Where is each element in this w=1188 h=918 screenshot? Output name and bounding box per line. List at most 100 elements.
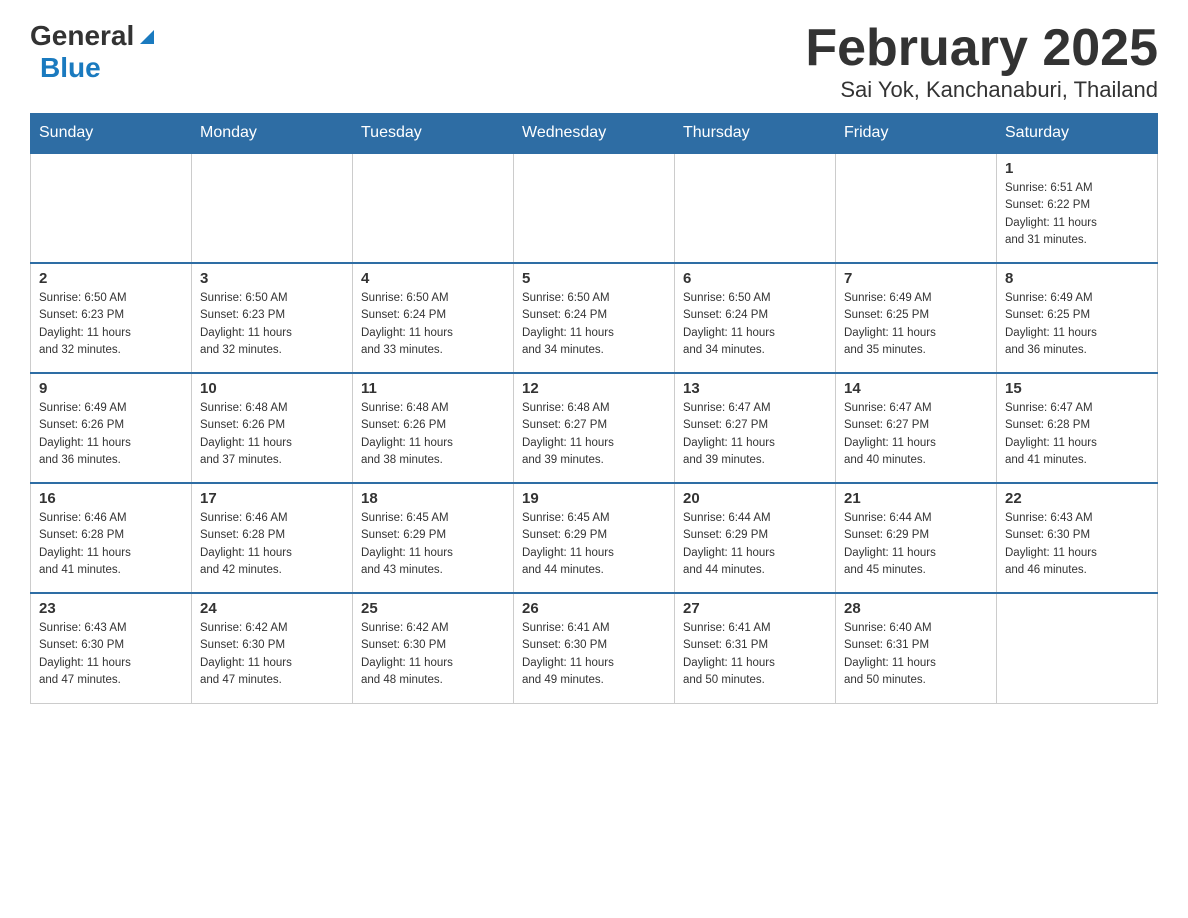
day-info: Sunrise: 6:50 AMSunset: 6:23 PMDaylight:… [200,290,344,359]
calendar-cell: 2 Sunrise: 6:50 AMSunset: 6:23 PMDaylight… [31,263,192,373]
calendar-subtitle: Sai Yok, Kanchanaburi, Thailand [805,77,1158,103]
day-number: 21 [844,490,988,507]
day-info: Sunrise: 6:43 AMSunset: 6:30 PMDaylight:… [39,620,183,689]
calendar-cell: 11 Sunrise: 6:48 AMSunset: 6:26 PMDayligh… [353,373,514,483]
day-info: Sunrise: 6:50 AMSunset: 6:24 PMDaylight:… [361,290,505,359]
day-number: 17 [200,490,344,507]
calendar-table: SundayMondayTuesdayWednesdayThursdayFrid… [30,113,1158,704]
day-number: 27 [683,600,827,617]
calendar-cell: 20 Sunrise: 6:44 AMSunset: 6:29 PMDayligh… [675,483,836,593]
day-number: 25 [361,600,505,617]
day-number: 1 [1005,160,1149,177]
day-info: Sunrise: 6:50 AMSunset: 6:24 PMDaylight:… [683,290,827,359]
weekday-header-tuesday: Tuesday [353,114,514,154]
calendar-cell: 15 Sunrise: 6:47 AMSunset: 6:28 PMDayligh… [997,373,1158,483]
day-number: 28 [844,600,988,617]
calendar-cell: 27 Sunrise: 6:41 AMSunset: 6:31 PMDayligh… [675,593,836,703]
day-number: 23 [39,600,183,617]
logo-general-text: General [30,20,134,52]
calendar-cell [675,153,836,263]
weekday-header-saturday: Saturday [997,114,1158,154]
calendar-cell: 14Sunrise: 6:47 AMSunset: 6:27 PMDayligh… [836,373,997,483]
day-info: Sunrise: 6:45 AMSunset: 6:29 PMDaylight:… [522,510,666,579]
day-number: 16 [39,490,183,507]
calendar-cell: 1 Sunrise: 6:51 AMSunset: 6:22 PMDaylight… [997,153,1158,263]
day-info: Sunrise: 6:47 AMSunset: 6:27 PMDaylight:… [844,400,988,469]
calendar-cell: 6 Sunrise: 6:50 AMSunset: 6:24 PMDaylight… [675,263,836,373]
calendar-cell [31,153,192,263]
day-info: Sunrise: 6:42 AMSunset: 6:30 PMDaylight:… [200,620,344,689]
day-info: Sunrise: 6:48 AMSunset: 6:26 PMDaylight:… [200,400,344,469]
calendar-cell: 19 Sunrise: 6:45 AMSunset: 6:29 PMDayligh… [514,483,675,593]
day-number: 11 [361,380,505,397]
day-number: 26 [522,600,666,617]
day-number: 18 [361,490,505,507]
calendar-title: February 2025 [805,20,1158,77]
logo: General Blue [30,20,158,84]
day-info: Sunrise: 6:49 AMSunset: 6:26 PMDaylight:… [39,400,183,469]
calendar-week-3: 9 Sunrise: 6:49 AMSunset: 6:26 PMDaylight… [31,373,1158,483]
day-info: Sunrise: 6:47 AMSunset: 6:27 PMDaylight:… [683,400,827,469]
page-header: General Blue February 2025 Sai Yok, Kanc… [30,20,1158,103]
calendar-header-row: SundayMondayTuesdayWednesdayThursdayFrid… [31,114,1158,154]
calendar-title-block: February 2025 Sai Yok, Kanchanaburi, Tha… [805,20,1158,103]
calendar-cell: 28 Sunrise: 6:40 AMSunset: 6:31 PMDayligh… [836,593,997,703]
calendar-cell: 16 Sunrise: 6:46 AMSunset: 6:28 PMDayligh… [31,483,192,593]
weekday-header-monday: Monday [192,114,353,154]
calendar-cell: 12 Sunrise: 6:48 AMSunset: 6:27 PMDayligh… [514,373,675,483]
day-number: 24 [200,600,344,617]
day-info: Sunrise: 6:41 AMSunset: 6:30 PMDaylight:… [522,620,666,689]
calendar-cell: 10Sunrise: 6:48 AMSunset: 6:26 PMDayligh… [192,373,353,483]
day-number: 15 [1005,380,1149,397]
day-info: Sunrise: 6:44 AMSunset: 6:29 PMDaylight:… [683,510,827,579]
day-number: 9 [39,380,183,397]
calendar-week-2: 2 Sunrise: 6:50 AMSunset: 6:23 PMDaylight… [31,263,1158,373]
day-info: Sunrise: 6:41 AMSunset: 6:31 PMDaylight:… [683,620,827,689]
calendar-cell: 5 Sunrise: 6:50 AMSunset: 6:24 PMDaylight… [514,263,675,373]
calendar-cell [997,593,1158,703]
logo-blue-text: Blue [40,52,101,84]
calendar-cell: 21 Sunrise: 6:44 AMSunset: 6:29 PMDayligh… [836,483,997,593]
weekday-header-friday: Friday [836,114,997,154]
logo-triangle-icon [136,26,158,48]
weekday-header-thursday: Thursday [675,114,836,154]
calendar-cell: 9 Sunrise: 6:49 AMSunset: 6:26 PMDaylight… [31,373,192,483]
day-info: Sunrise: 6:47 AMSunset: 6:28 PMDaylight:… [1005,400,1149,469]
day-info: Sunrise: 6:45 AMSunset: 6:29 PMDaylight:… [361,510,505,579]
day-info: Sunrise: 6:51 AMSunset: 6:22 PMDaylight:… [1005,180,1149,249]
calendar-cell [353,153,514,263]
calendar-cell [514,153,675,263]
day-number: 20 [683,490,827,507]
calendar-cell: 7 Sunrise: 6:49 AMSunset: 6:25 PMDaylight… [836,263,997,373]
day-number: 3 [200,270,344,287]
day-info: Sunrise: 6:50 AMSunset: 6:23 PMDaylight:… [39,290,183,359]
day-info: Sunrise: 6:40 AMSunset: 6:31 PMDaylight:… [844,620,988,689]
calendar-cell: 13 Sunrise: 6:47 AMSunset: 6:27 PMDayligh… [675,373,836,483]
calendar-cell: 22Sunrise: 6:43 AMSunset: 6:30 PMDayligh… [997,483,1158,593]
calendar-cell: 23 Sunrise: 6:43 AMSunset: 6:30 PMDayligh… [31,593,192,703]
calendar-week-4: 16 Sunrise: 6:46 AMSunset: 6:28 PMDayligh… [31,483,1158,593]
day-number: 8 [1005,270,1149,287]
day-number: 12 [522,380,666,397]
calendar-cell: 4 Sunrise: 6:50 AMSunset: 6:24 PMDaylight… [353,263,514,373]
day-info: Sunrise: 6:46 AMSunset: 6:28 PMDaylight:… [39,510,183,579]
day-number: 5 [522,270,666,287]
day-info: Sunrise: 6:48 AMSunset: 6:27 PMDaylight:… [522,400,666,469]
day-info: Sunrise: 6:48 AMSunset: 6:26 PMDaylight:… [361,400,505,469]
day-number: 7 [844,270,988,287]
day-number: 2 [39,270,183,287]
day-info: Sunrise: 6:44 AMSunset: 6:29 PMDaylight:… [844,510,988,579]
calendar-week-5: 23 Sunrise: 6:43 AMSunset: 6:30 PMDayligh… [31,593,1158,703]
calendar-cell: 24 Sunrise: 6:42 AMSunset: 6:30 PMDayligh… [192,593,353,703]
calendar-cell: 17Sunrise: 6:46 AMSunset: 6:28 PMDayligh… [192,483,353,593]
day-number: 13 [683,380,827,397]
calendar-cell: 18 Sunrise: 6:45 AMSunset: 6:29 PMDayligh… [353,483,514,593]
day-info: Sunrise: 6:49 AMSunset: 6:25 PMDaylight:… [1005,290,1149,359]
day-info: Sunrise: 6:50 AMSunset: 6:24 PMDaylight:… [522,290,666,359]
calendar-cell: 26 Sunrise: 6:41 AMSunset: 6:30 PMDayligh… [514,593,675,703]
day-info: Sunrise: 6:49 AMSunset: 6:25 PMDaylight:… [844,290,988,359]
calendar-cell: 25Sunrise: 6:42 AMSunset: 6:30 PMDayligh… [353,593,514,703]
day-number: 19 [522,490,666,507]
day-number: 4 [361,270,505,287]
day-number: 6 [683,270,827,287]
